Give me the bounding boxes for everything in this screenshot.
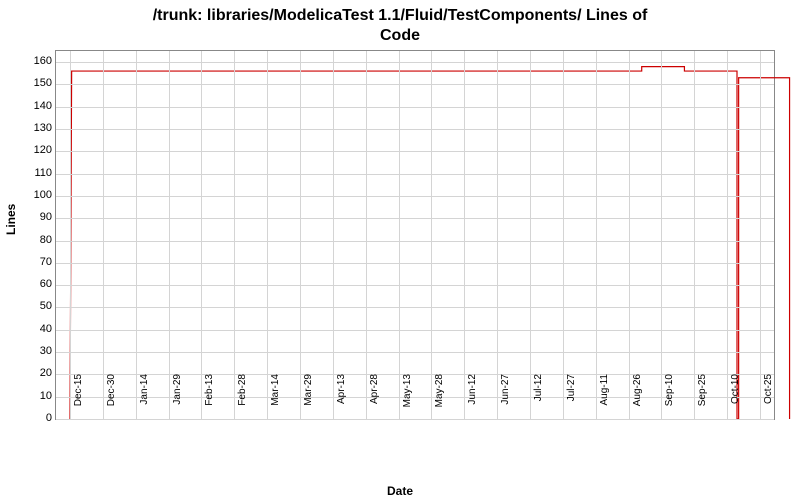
y-tick-label: 30 [12, 345, 52, 357]
y-tick-label: 150 [12, 77, 52, 89]
gridline-h [56, 285, 774, 286]
x-tick-label: 25-Oct [763, 374, 774, 424]
y-tick-label: 160 [12, 55, 52, 67]
gridline-h [56, 196, 774, 197]
plot-area [55, 50, 775, 420]
gridline-h [56, 107, 774, 108]
x-tick-label: 25-Sep [697, 374, 708, 424]
gridline-h [56, 174, 774, 175]
y-tick-label: 70 [12, 256, 52, 268]
title-line-2: Code [380, 27, 420, 44]
x-tick-label: 30-Dec [106, 374, 117, 424]
x-tick-label: 26-Aug [632, 374, 643, 424]
y-tick-label: 40 [12, 323, 52, 335]
gridline-h [56, 330, 774, 331]
gridline-v [70, 51, 71, 419]
gridline-v [431, 51, 432, 419]
gridline-v [267, 51, 268, 419]
gridline-h [56, 151, 774, 152]
x-tick-label: 13-Apr [336, 374, 347, 424]
x-tick-label: 28-May [434, 374, 445, 424]
x-tick-label: 28-Apr [369, 374, 380, 424]
gridline-h [56, 218, 774, 219]
x-tick-label: 10-Sep [664, 374, 675, 424]
y-tick-label: 140 [12, 100, 52, 112]
gridline-h [56, 352, 774, 353]
x-tick-label: 11-Aug [599, 374, 610, 424]
gridline-h [56, 62, 774, 63]
gridline-v [530, 51, 531, 419]
series-line [70, 67, 790, 419]
gridline-v [103, 51, 104, 419]
y-tick-label: 20 [12, 367, 52, 379]
x-tick-label: 13-May [402, 374, 413, 424]
chart-title: /trunk: libraries/ModelicaTest 1.1/Fluid… [0, 0, 800, 46]
gridline-v [333, 51, 334, 419]
y-tick-label: 130 [12, 122, 52, 134]
x-tick-label: 15-Dec [73, 374, 84, 424]
gridline-v [727, 51, 728, 419]
gridline-v [497, 51, 498, 419]
x-tick-label: 10-Oct [730, 374, 741, 424]
gridline-v [694, 51, 695, 419]
x-tick-label: 14-Mar [270, 374, 281, 424]
x-tick-label: 27-Jul [566, 374, 577, 424]
x-tick-label: 13-Feb [204, 374, 215, 424]
x-tick-label: 27-Jun [500, 374, 511, 424]
gridline-v [399, 51, 400, 419]
x-tick-label: 29-Jan [172, 374, 183, 424]
x-tick-label: 29-Mar [303, 374, 314, 424]
gridline-v [300, 51, 301, 419]
gridline-h [56, 84, 774, 85]
x-axis-label: Date [0, 484, 800, 498]
y-tick-label: 50 [12, 300, 52, 312]
gridline-v [596, 51, 597, 419]
gridline-h [56, 263, 774, 264]
gridline-v [760, 51, 761, 419]
x-tick-label: 12-Jul [533, 374, 544, 424]
x-tick-label: 14-Jan [139, 374, 150, 424]
gridline-h [56, 129, 774, 130]
gridline-v [169, 51, 170, 419]
gridline-v [136, 51, 137, 419]
gridline-v [661, 51, 662, 419]
x-tick-label: 12-Jun [467, 374, 478, 424]
gridline-h [56, 241, 774, 242]
gridline-v [201, 51, 202, 419]
y-tick-label: 10 [12, 390, 52, 402]
title-line-1: /trunk: libraries/ModelicaTest 1.1/Fluid… [153, 7, 648, 24]
gridline-v [464, 51, 465, 419]
chart-container: /trunk: libraries/ModelicaTest 1.1/Fluid… [0, 0, 800, 500]
gridline-v [234, 51, 235, 419]
y-tick-label: 60 [12, 278, 52, 290]
gridline-v [629, 51, 630, 419]
gridline-h [56, 307, 774, 308]
y-tick-label: 120 [12, 144, 52, 156]
y-tick-label: 80 [12, 234, 52, 246]
gridline-v [563, 51, 564, 419]
y-tick-label: 100 [12, 189, 52, 201]
gridline-v [366, 51, 367, 419]
y-tick-label: 110 [12, 167, 52, 179]
y-tick-label: 90 [12, 211, 52, 223]
x-tick-label: 28-Feb [237, 374, 248, 424]
y-tick-label: 0 [12, 412, 52, 424]
